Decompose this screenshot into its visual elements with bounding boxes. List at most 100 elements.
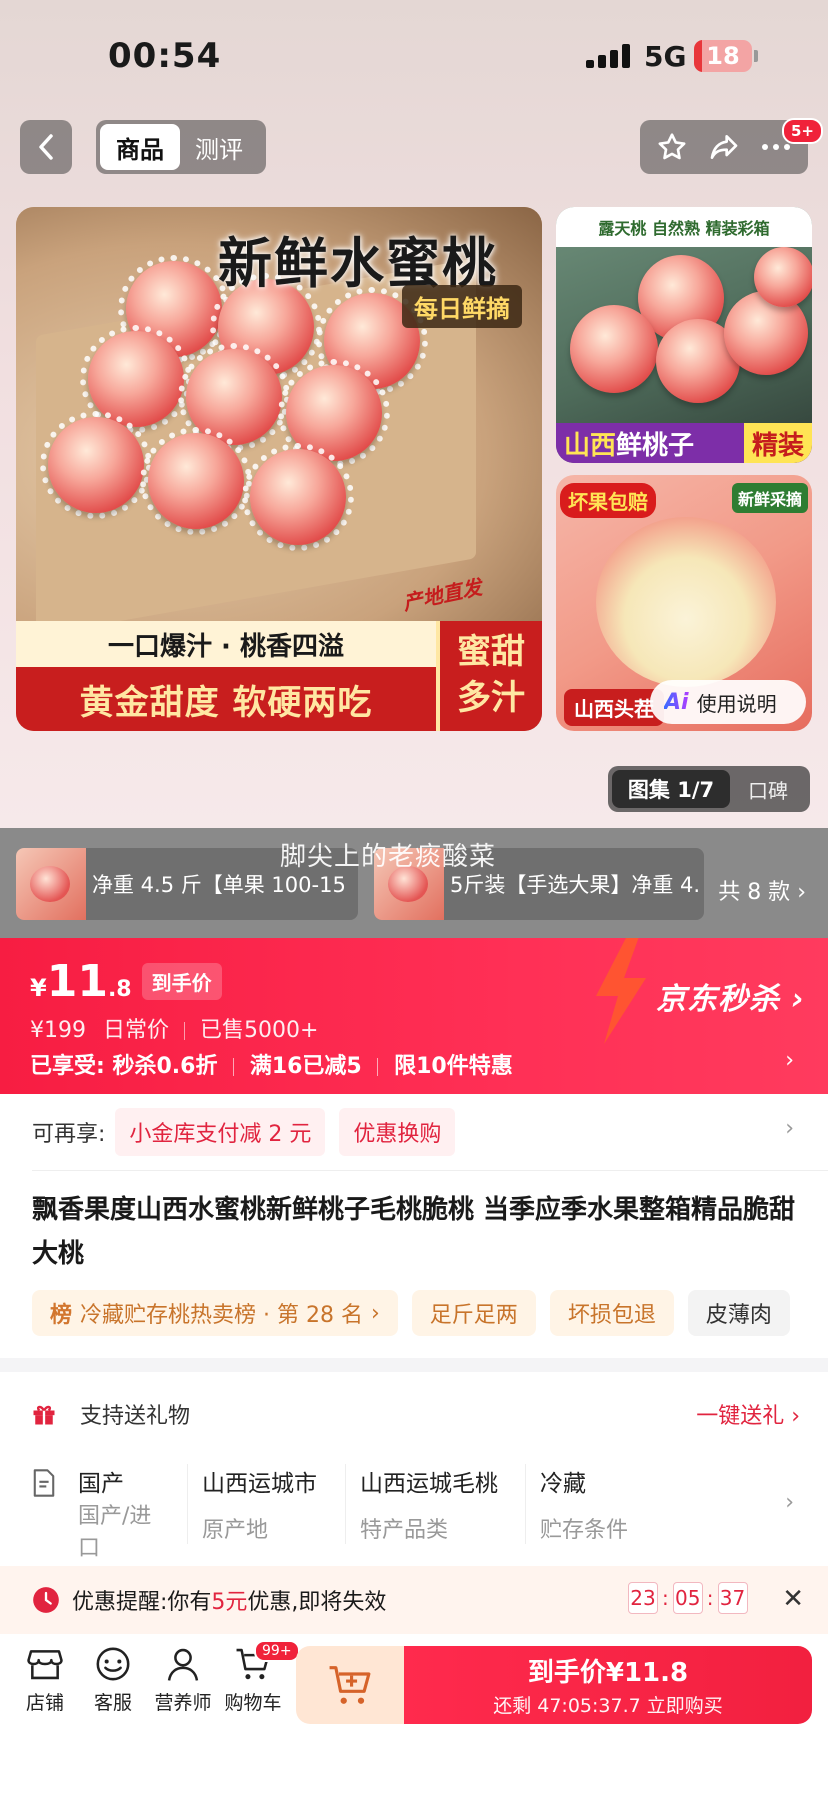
- gift-row[interactable]: 支持送礼物 一键送礼 ›: [30, 1386, 800, 1442]
- extra-label: 可再享:: [32, 1122, 106, 1147]
- spec-label: 原产地: [202, 1518, 269, 1543]
- variant-strip: 净重 4.5 斤【单果 100-15 5斤装【手选大果】净重 4. 脚尖上的老痰…: [0, 828, 828, 938]
- rank-chip[interactable]: 榜 冷藏贮存桃热卖榜 · 第 28 名 ›: [32, 1290, 398, 1336]
- price-integer: 11: [46, 956, 108, 1007]
- extra-discounts[interactable]: 可再享: 小金库支付减 2 元 优惠换购: [32, 1108, 456, 1156]
- tab-label: 店铺: [25, 1692, 64, 1714]
- gallery-thumb-1[interactable]: 露天桃 自然熟 精装彩箱 山西 鲜桃子 精装: [556, 207, 812, 463]
- spec-value: 山西运城市: [202, 1471, 317, 1497]
- favorite-button[interactable]: [655, 130, 689, 164]
- reminder-amount: 5元: [211, 1590, 248, 1615]
- tab-gallery[interactable]: 图集 1/7: [612, 770, 730, 808]
- gallery-area: 00:54 5G 18 商品 测评 5+ 新鲜水蜜桃 每日鲜摘 产地直发 一口爆…: [0, 0, 828, 828]
- signal-icon: [586, 44, 630, 68]
- tab-review[interactable]: 测评: [180, 124, 258, 170]
- ai-guide-label: 使用说明: [696, 691, 777, 716]
- coupon-chip[interactable]: 小金库支付减 2 元: [115, 1108, 326, 1156]
- chevron-right-icon: ›: [370, 1300, 380, 1326]
- customer-service-button[interactable]: 客服: [78, 1646, 148, 1715]
- message-badge: 5+: [782, 118, 824, 144]
- sold-count: 已售5000+: [200, 1018, 319, 1043]
- network-label: 5G: [644, 40, 687, 73]
- image-slogan: 一口爆汁 · 桃香四溢: [16, 621, 436, 667]
- ai-icon: Ai: [664, 689, 689, 715]
- fresh-tag: 新鲜采摘: [731, 483, 808, 513]
- chevron-right-icon: ›: [797, 880, 806, 905]
- product-detail-page: 00:54 5G 18 商品 测评 5+ 新鲜水蜜桃 每日鲜摘 产地直发 一口爆…: [0, 0, 828, 1795]
- gallery-switch: 图集 1/7 口碑: [608, 766, 810, 812]
- store-icon: [27, 1650, 63, 1680]
- image-sweetness: 黄金甜度 软硬两吃: [16, 667, 436, 731]
- spec-origin: 山西运城市 原产地: [188, 1464, 346, 1544]
- chat-icon: [96, 1647, 130, 1681]
- image-badge: 蜜甜 多汁: [436, 621, 542, 731]
- gift-label: 支持送礼物: [80, 1404, 191, 1429]
- thumb1-pack: 精装: [743, 423, 812, 463]
- add-cart-icon: [329, 1666, 371, 1704]
- variant-label: 5斤装【手选大果】净重 4.: [450, 873, 701, 897]
- gift-and-specs: 支持送礼物 一键送礼 › 国产 国产/进口 山西运城市 原产地 山西运城毛桃 特…: [0, 1372, 828, 1566]
- tab-product[interactable]: 商品: [100, 124, 180, 170]
- buy-countdown: 还剩 47:05:37.7 立即购买: [493, 1695, 723, 1717]
- cart-button[interactable]: 购物车 99+: [218, 1640, 300, 1715]
- spec-label: 贮存条件: [540, 1518, 629, 1543]
- back-icon: [39, 134, 53, 160]
- spec-row[interactable]: 国产 国产/进口 山西运城市 原产地 山西运城毛桃 特产品类 冷藏 贮存条件: [30, 1464, 800, 1561]
- thumb2-caption: 山西头茬: [564, 689, 664, 726]
- product-tags: 榜 冷藏贮存桃热卖榜 · 第 28 名 › 足斤足两 坏损包退 皮薄肉: [32, 1290, 804, 1336]
- spec-value: 国产: [78, 1471, 124, 1497]
- daily-pick-tag: 每日鲜摘: [402, 285, 522, 328]
- document-icon: [33, 1469, 55, 1497]
- spec-storage: 冷藏 贮存条件: [526, 1464, 666, 1544]
- variant-thumb: [16, 848, 86, 920]
- price-decimal: .8: [107, 977, 132, 1002]
- nutritionist-button[interactable]: 营养师: [148, 1646, 218, 1715]
- tab-label: 购物车: [224, 1692, 282, 1714]
- original-price-label: 日常价: [103, 1018, 170, 1043]
- thumb1-product: 鲜桃子: [616, 430, 695, 461]
- countdown-minutes: 05: [672, 1582, 703, 1614]
- share-button[interactable]: [707, 130, 741, 164]
- main-product-image[interactable]: 新鲜水蜜桃 每日鲜摘 产地直发 一口爆汁 · 桃香四溢 黄金甜度 软硬两吃 蜜甜…: [16, 207, 542, 731]
- bottom-action-bar: 店铺 客服 营养师 购物车 99+ 到手价¥11.8 还剩 47:05:37.7…: [0, 1634, 828, 1795]
- buy-price: 到手价¥11.8: [527, 1658, 689, 1688]
- variant-count-label: 共 8 款: [718, 880, 791, 905]
- one-click-gift[interactable]: 一键送礼 ›: [696, 1398, 800, 1430]
- buy-now-button[interactable]: 到手价¥11.8 还剩 47:05:37.7 立即购买: [404, 1646, 812, 1724]
- tab-word-of-mouth[interactable]: 口碑: [730, 775, 806, 804]
- add-to-cart-button[interactable]: [296, 1646, 404, 1724]
- gift-action: 一键送礼: [696, 1404, 785, 1429]
- store-button[interactable]: 店铺: [10, 1646, 80, 1715]
- spec-value: 冷藏: [540, 1471, 586, 1497]
- back-button[interactable]: [20, 120, 72, 174]
- thumb1-caption: 露天桃 自然熟 精装彩箱: [556, 207, 812, 247]
- final-price: ¥ 11 .8 到手价: [30, 956, 222, 1007]
- variant-count[interactable]: 共 8 款 ›: [718, 874, 806, 906]
- original-price: ¥199: [30, 1018, 86, 1043]
- lightning-icon: [596, 938, 646, 1044]
- benefits-label: 已享受:: [30, 1054, 105, 1079]
- chevron-right-icon: ›: [785, 1116, 794, 1141]
- status-time: 00:54: [108, 36, 222, 76]
- ai-guide-button[interactable]: Ai 使用说明: [650, 680, 806, 724]
- product-title: 飘香果度山西水蜜桃新鲜桃子毛桃脆桃 当季应季水果整箱精品脆甜大桃: [32, 1195, 796, 1269]
- badge-line-2: 多汁: [457, 678, 525, 718]
- trade-up-chip[interactable]: 优惠换购: [339, 1108, 456, 1156]
- price-banner[interactable]: ¥ 11 .8 到手价 ¥199 日常价 已售5000+ 已享受: 秒杀0.6折…: [0, 938, 828, 1094]
- close-icon[interactable]: ✕: [782, 1584, 804, 1614]
- discount-reminder[interactable]: 优惠提醒:你有 5元 优惠,即将失效 23 : 05 : 37 ✕: [0, 1566, 828, 1634]
- divider: [32, 1170, 828, 1171]
- reminder-text: 优惠提醒:你有: [72, 1590, 212, 1615]
- battery-icon: 18: [694, 40, 752, 72]
- share-icon: [710, 135, 738, 159]
- price-currency: ¥: [30, 974, 47, 1002]
- variant-label: 净重 4.5 斤【单果 100-15: [92, 873, 346, 897]
- tag-chip: 足斤足两: [411, 1290, 536, 1336]
- more-icon: [762, 144, 790, 150]
- rank-text: 冷藏贮存桃热卖榜 · 第 28 名: [80, 1303, 363, 1328]
- thumb1-banner: 山西 鲜桃子 精装: [556, 423, 812, 463]
- chevron-right-icon: ›: [785, 1048, 794, 1073]
- reminder-suffix: 优惠,即将失效: [247, 1590, 387, 1615]
- product-info: 可再享: 小金库支付减 2 元 优惠换购 › 飘香果度山西水蜜桃新鲜桃子毛桃脆桃…: [0, 1094, 828, 1358]
- thumb1-region: 山西: [564, 430, 617, 461]
